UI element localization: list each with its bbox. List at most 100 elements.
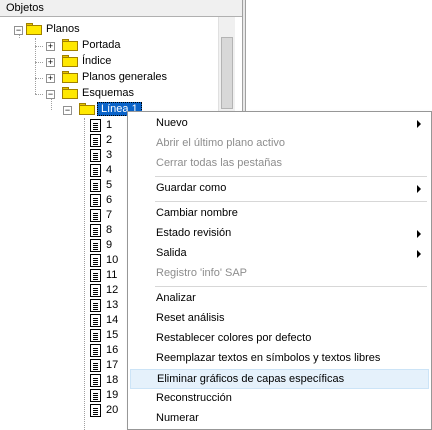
tree-doc-label: 19: [106, 389, 119, 401]
tree-line: [35, 78, 43, 80]
tree-line: [35, 62, 43, 64]
submenu-arrow-icon: [417, 230, 421, 238]
document-icon: [90, 359, 101, 372]
context-menu-item[interactable]: Eliminar gráficos de capas específicas: [130, 369, 429, 389]
context-menu-item[interactable]: Nuevo: [130, 114, 429, 134]
tree-node-label: Planos generales: [82, 71, 168, 83]
scroll-thumb[interactable]: [221, 37, 233, 109]
document-icon: [90, 239, 101, 252]
document-icon: [90, 119, 101, 132]
document-icon: [90, 314, 101, 327]
menu-item-label: Reemplazar textos en símbolos y textos l…: [156, 352, 381, 364]
menu-item-label: Cerrar todas las pestañas: [156, 157, 282, 169]
tree-doc-label: 13: [106, 299, 119, 311]
document-icon: [90, 389, 101, 402]
tree-doc-label: 3: [106, 149, 113, 161]
folder-icon: [79, 103, 95, 115]
document-icon: [90, 224, 101, 237]
tree-doc-label: 20: [106, 404, 119, 416]
context-menu-item[interactable]: Reemplazar textos en símbolos y textos l…: [130, 349, 429, 369]
menu-item-label: Nuevo: [156, 117, 188, 129]
document-icon: [90, 134, 101, 147]
menu-item-label: Eliminar gráficos de capas específicas: [157, 373, 345, 385]
folder-icon: [62, 71, 78, 83]
expand-icon[interactable]: +: [46, 58, 55, 67]
document-icon: [90, 179, 101, 192]
menu-item-label: Guardar como: [156, 182, 227, 194]
menu-item-label: Cambiar nombre: [156, 207, 238, 219]
tree-doc-label: 1: [106, 119, 113, 131]
menu-item-label: Reset análisis: [156, 312, 225, 324]
tree-doc-label: 11: [106, 269, 118, 281]
submenu-arrow-icon: [417, 120, 421, 128]
submenu-arrow-icon: [417, 185, 421, 193]
context-menu-item[interactable]: Abrir el último plano activo: [130, 134, 429, 154]
tree-doc-label: 16: [106, 344, 119, 356]
menu-item-label: Reconstrucción: [156, 392, 232, 404]
collapse-icon[interactable]: −: [14, 26, 23, 35]
context-menu-item[interactable]: Guardar como: [130, 179, 429, 199]
tree-line: [35, 46, 43, 48]
document-icon: [90, 149, 101, 162]
document-icon: [90, 209, 101, 222]
document-icon: [90, 329, 101, 342]
tree-doc-label: 4: [106, 164, 113, 176]
tree-node-label: Planos: [46, 23, 80, 35]
tree-line: [84, 118, 86, 430]
document-icon: [90, 164, 101, 177]
tree-doc-label: 5: [106, 179, 113, 191]
document-icon: [90, 404, 101, 417]
context-menu-item[interactable]: Analizar: [130, 289, 429, 309]
context-menu-item[interactable]: Restablecer colores por defecto: [130, 329, 429, 349]
menu-item-label: Salida: [156, 247, 187, 259]
menu-separator: [155, 201, 427, 202]
tree-doc-label: 14: [106, 314, 119, 326]
document-icon: [90, 194, 101, 207]
context-menu-item[interactable]: Reconstrucción: [130, 389, 429, 409]
tree-doc-label: 15: [106, 329, 119, 341]
tree-doc-label: 6: [106, 194, 113, 206]
menu-separator: [155, 176, 427, 177]
document-icon: [90, 374, 101, 387]
document-icon: [90, 284, 101, 297]
menu-item-label: Registro 'info' SAP: [156, 267, 248, 279]
panel-title: Objetos: [6, 2, 44, 14]
document-icon: [90, 254, 101, 267]
context-menu-item[interactable]: Registro 'info' SAP: [130, 264, 429, 284]
tree-line: [51, 98, 53, 110]
menu-item-label: Abrir el último plano activo: [156, 137, 286, 149]
tree-doc-label: 7: [106, 209, 113, 221]
menu-item-label: Numerar: [156, 412, 199, 424]
context-menu-item[interactable]: Numerar: [130, 409, 429, 429]
collapse-icon[interactable]: −: [46, 90, 55, 99]
tree-line: [35, 94, 43, 96]
menu-item-label: Analizar: [156, 292, 196, 304]
context-menu-item[interactable]: Estado revisión: [130, 224, 429, 244]
tree-node-label: Índice: [82, 55, 112, 67]
menu-item-label: Estado revisión: [156, 227, 232, 239]
menu-item-label: Restablecer colores por defecto: [156, 332, 312, 344]
menu-separator: [155, 286, 427, 287]
expand-icon[interactable]: +: [46, 42, 55, 51]
tree-node-label: Esquemas: [82, 87, 134, 99]
tree-doc-label: 10: [106, 254, 119, 266]
tree-doc-label: 9: [106, 239, 113, 251]
expand-icon[interactable]: +: [46, 74, 55, 83]
tree-doc-label: 18: [106, 374, 119, 386]
collapse-icon[interactable]: −: [63, 106, 72, 115]
submenu-arrow-icon: [417, 250, 421, 258]
folder-icon: [26, 23, 42, 35]
context-menu-item[interactable]: Cerrar todas las pestañas: [130, 154, 429, 174]
context-menu-item[interactable]: Salida: [130, 244, 429, 264]
tree-doc-label: 8: [106, 224, 113, 236]
folder-icon: [62, 55, 78, 67]
folder-icon: [62, 87, 78, 99]
tree-doc-label: 2: [106, 134, 113, 146]
context-menu: Nuevo Abrir el último plano activo Cerrar …: [127, 111, 432, 430]
context-menu-item[interactable]: Cambiar nombre: [130, 204, 429, 224]
tree-node-label: Portada: [82, 39, 121, 51]
tree-doc-label: 17: [106, 359, 119, 371]
context-menu-item[interactable]: Reset análisis: [130, 309, 429, 329]
document-icon: [90, 299, 101, 312]
document-icon: [90, 269, 101, 282]
